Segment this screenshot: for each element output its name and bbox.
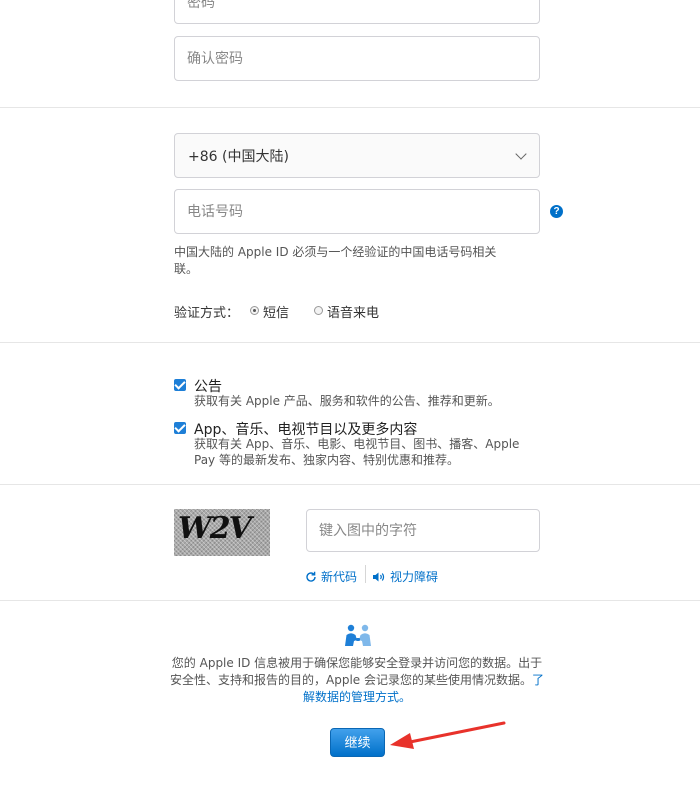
annotation-arrow-icon [390, 721, 506, 749]
announcements-checkbox[interactable] [174, 379, 186, 391]
phone-field[interactable] [174, 189, 540, 234]
section-divider [0, 342, 700, 343]
announcements-description: 获取有关 Apple 产品、服务和软件的公告、推荐和更新。 [194, 394, 500, 408]
country-select-value: +86 (中国大陆) [188, 149, 289, 165]
password-field[interactable] [174, 0, 540, 24]
section-divider [0, 484, 700, 485]
new-code-label[interactable]: 新代码 [321, 568, 357, 585]
vision-impaired-link[interactable]: 视力障碍 [372, 568, 438, 585]
data-privacy-icon [345, 624, 371, 646]
speaker-icon [373, 572, 385, 581]
confirm-password-input[interactable] [175, 37, 539, 80]
new-code-link[interactable]: 新代码 [305, 568, 357, 585]
privacy-notice: 您的 Apple ID 信息被用于确保您能够安全登录并访问您的数据。出于安全性、… [167, 655, 547, 706]
password-input[interactable] [175, 0, 539, 23]
refresh-icon [306, 571, 316, 582]
vision-impaired-label[interactable]: 视力障碍 [390, 568, 438, 585]
captcha-image-text: W2V [178, 511, 252, 546]
confirm-password-field[interactable] [174, 36, 540, 81]
captcha-input[interactable] [307, 510, 539, 551]
chevron-down-icon [515, 148, 527, 160]
phone-note: 中国大陆的 Apple ID 必须与一个经验证的中国电话号码相关联。 [174, 245, 497, 276]
radio-sms[interactable] [250, 306, 259, 315]
section-divider [0, 600, 700, 601]
continue-button[interactable]: 继续 [330, 728, 385, 757]
radio-voice-call-label[interactable]: 语音来电 [327, 302, 379, 321]
captcha-image: W2V [174, 509, 270, 556]
section-divider [0, 107, 700, 108]
verify-label: 验证方式： [174, 306, 240, 321]
privacy-text: 您的 Apple ID 信息被用于确保您能够安全登录并访问您的数据。出于安全性、… [170, 656, 543, 687]
radio-sms-label[interactable]: 短信 [263, 302, 289, 321]
radio-voice-call[interactable] [314, 306, 323, 315]
country-select[interactable]: +86 (中国大陆) [174, 133, 540, 178]
apps-music-description: 获取有关 App、音乐、电影、电视节目、图书、播客、Apple Pay 等的最新… [194, 437, 520, 467]
help-icon[interactable]: ? [550, 205, 563, 218]
captcha-link-divider [365, 565, 366, 583]
phone-input[interactable] [175, 190, 539, 233]
apps-music-checkbox[interactable] [174, 422, 186, 434]
captcha-field[interactable] [306, 509, 540, 552]
